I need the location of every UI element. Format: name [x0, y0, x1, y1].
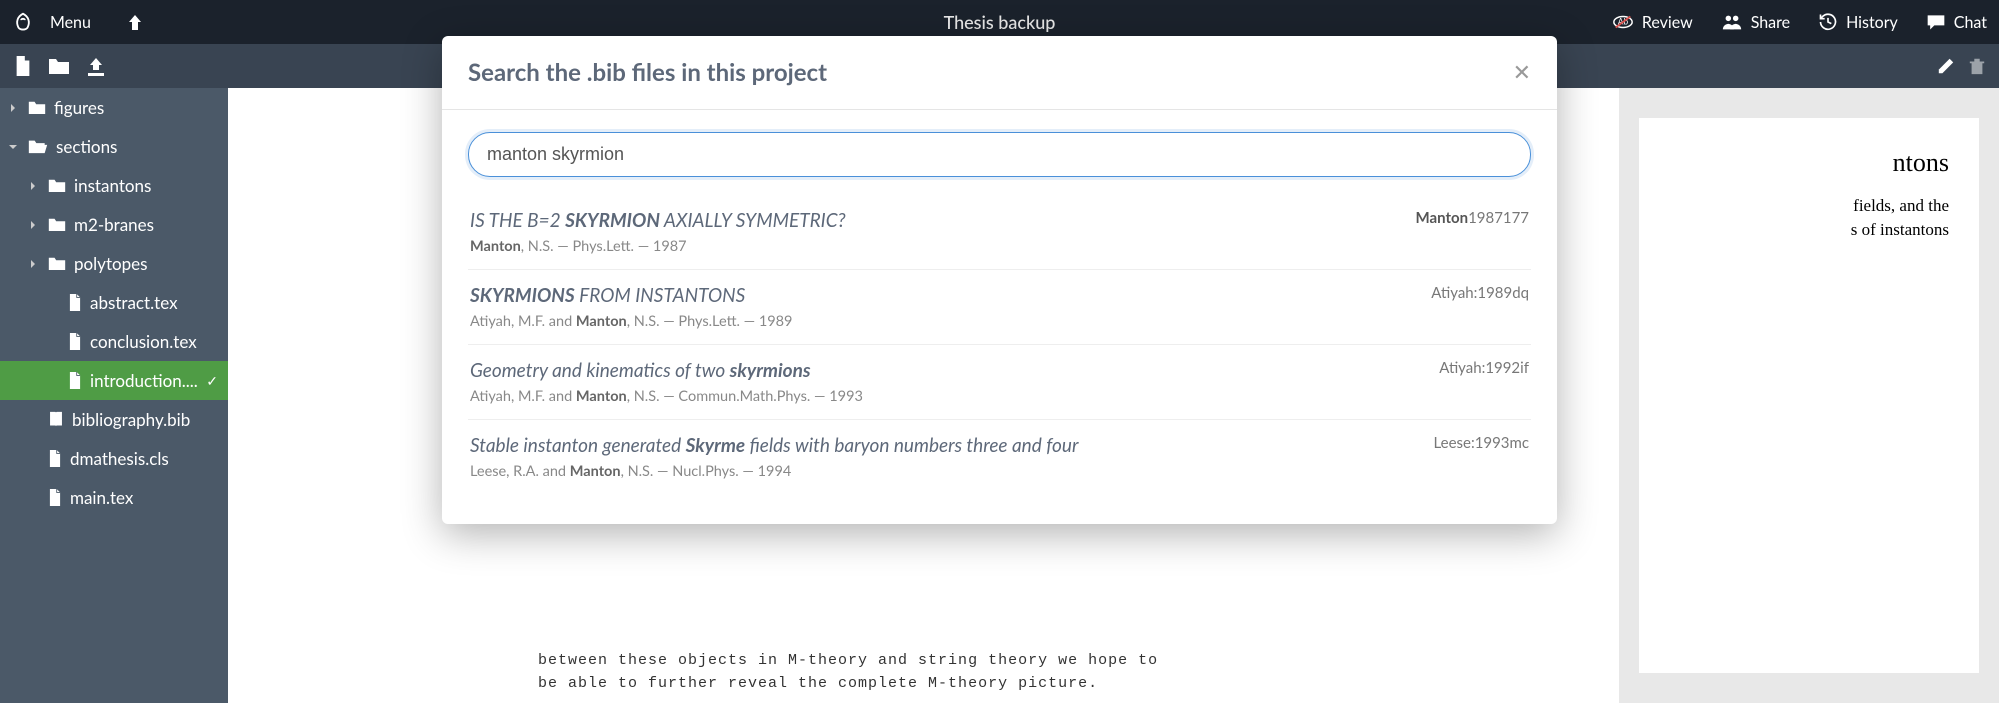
- share-icon: [1721, 13, 1743, 31]
- search-result[interactable]: Geometry and kinematics of two skyrmions…: [468, 345, 1531, 420]
- search-result[interactable]: Stable instanton generated Skyrme fields…: [468, 420, 1531, 494]
- modal-backdrop: Search the .bib files in this project ✕ …: [0, 44, 1999, 703]
- review-icon: Ab: [1612, 12, 1634, 32]
- result-title: Geometry and kinematics of two skyrmions: [470, 359, 1419, 382]
- review-button[interactable]: Ab Review: [1612, 12, 1693, 32]
- result-citekey: Atiyah:1992if: [1439, 359, 1529, 377]
- result-meta: Manton, N.S. — Phys.Lett. — 1987: [470, 238, 1396, 255]
- result-citekey: Atiyah:1989dq: [1431, 284, 1529, 302]
- history-label: History: [1846, 13, 1898, 32]
- review-label: Review: [1642, 13, 1693, 32]
- close-icon: ✕: [1513, 60, 1531, 85]
- share-button[interactable]: Share: [1721, 13, 1790, 32]
- modal-close-button[interactable]: ✕: [1513, 60, 1531, 86]
- result-title: SKYRMIONS FROM INSTANTONS: [470, 284, 1411, 307]
- search-results: IS THE B=2 SKYRMION AXIALLY SYMMETRIC? Ma…: [468, 195, 1531, 494]
- bib-search-modal: Search the .bib files in this project ✕ …: [442, 36, 1557, 524]
- bib-search-input[interactable]: [468, 132, 1531, 177]
- result-meta: Atiyah, M.F. and Manton, N.S. — Phys.Let…: [470, 313, 1411, 330]
- result-title: Stable instanton generated Skyrme fields…: [470, 434, 1414, 457]
- history-icon: [1818, 12, 1838, 32]
- result-citekey: Leese:1993mc: [1434, 434, 1529, 452]
- up-level-icon[interactable]: [127, 13, 143, 31]
- modal-title: Search the .bib files in this project: [468, 58, 827, 87]
- menu-button[interactable]: Menu: [50, 13, 91, 32]
- chat-icon: [1926, 13, 1946, 31]
- project-title: Thesis backup: [944, 11, 1056, 33]
- history-button[interactable]: History: [1818, 12, 1898, 32]
- search-result[interactable]: IS THE B=2 SKYRMION AXIALLY SYMMETRIC? Ma…: [468, 195, 1531, 270]
- share-label: Share: [1751, 13, 1790, 32]
- result-meta: Atiyah, M.F. and Manton, N.S. — Commun.M…: [470, 388, 1419, 405]
- app-logo-icon[interactable]: [12, 11, 34, 33]
- chat-label: Chat: [1954, 13, 1987, 32]
- result-citekey: Manton1987177: [1416, 209, 1529, 227]
- result-title: IS THE B=2 SKYRMION AXIALLY SYMMETRIC?: [470, 209, 1396, 232]
- search-result[interactable]: SKYRMIONS FROM INSTANTONS Atiyah, M.F. an…: [468, 270, 1531, 345]
- result-meta: Leese, R.A. and Manton, N.S. — Nucl.Phys…: [470, 463, 1414, 480]
- chat-button[interactable]: Chat: [1926, 13, 1987, 32]
